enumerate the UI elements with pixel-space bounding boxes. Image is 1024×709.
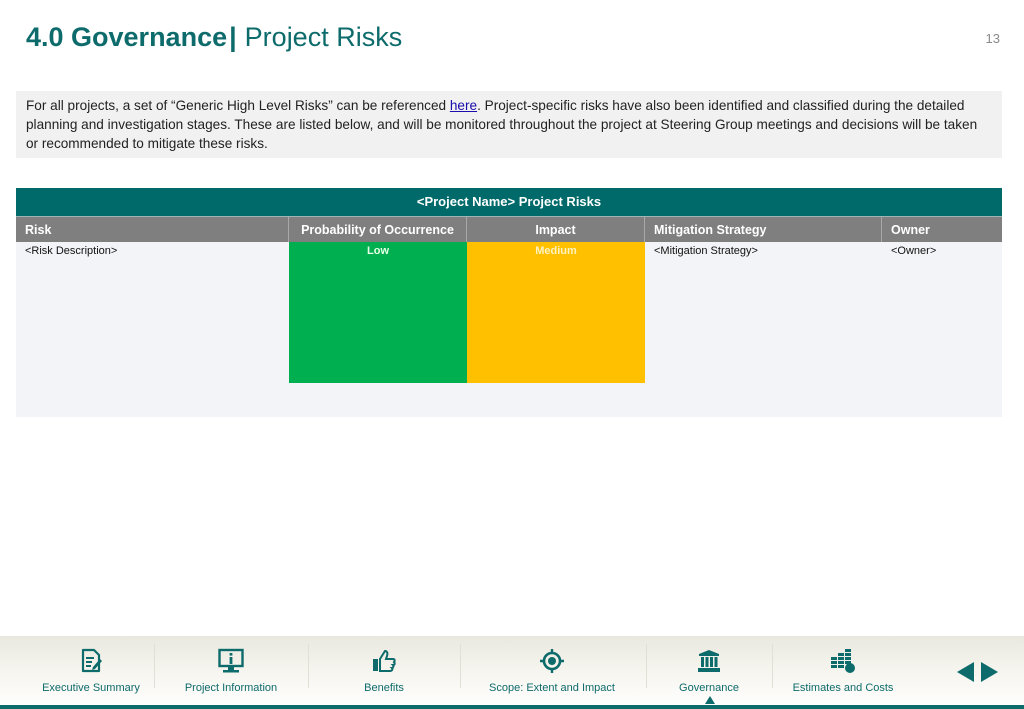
intro-text-box: For all projects, a set of “Generic High… xyxy=(16,91,1002,158)
nav-label: Executive Summary xyxy=(42,682,140,694)
nav-scope-extent-impact[interactable]: Scope: Extent and Impact xyxy=(476,644,628,700)
document-edit-icon xyxy=(81,648,102,673)
nav-project-information[interactable]: Project Information xyxy=(170,644,292,700)
generic-risks-link[interactable]: here xyxy=(450,98,477,113)
nav-divider xyxy=(308,644,309,688)
nav-label: Benefits xyxy=(364,682,404,694)
section-title: 4.0 Governance xyxy=(26,22,228,52)
column-header-risk: Risk xyxy=(16,217,289,242)
column-header-owner: Owner xyxy=(891,223,930,237)
nav-governance[interactable]: Governance xyxy=(660,644,758,700)
page-subtitle: Project Risks xyxy=(244,22,403,52)
next-arrow-icon[interactable] xyxy=(980,662,998,682)
table-header-row: Risk Probability of Occurrence Impact Mi… xyxy=(16,216,1002,242)
active-section-indicator xyxy=(705,696,715,704)
nav-estimates-costs[interactable]: Estimates and Costs xyxy=(784,644,902,700)
thumbs-up-icon xyxy=(373,649,396,672)
mitigation-cell[interactable]: <Mitigation Strategy> xyxy=(645,242,882,383)
coins-stack-icon xyxy=(831,649,855,673)
column-header-mitigation: Mitigation Strategy xyxy=(645,217,882,242)
nav-executive-summary[interactable]: Executive Summary xyxy=(30,644,152,700)
probability-cell[interactable]: Low xyxy=(289,242,467,383)
nav-divider xyxy=(460,644,461,688)
nav-divider xyxy=(772,644,773,688)
nav-benefits[interactable]: Benefits xyxy=(328,644,440,700)
nav-divider xyxy=(154,644,155,688)
column-header-impact: Impact xyxy=(467,217,645,242)
institution-icon xyxy=(698,650,720,672)
impact-cell[interactable]: Medium xyxy=(467,242,645,383)
owner-cell[interactable]: <Owner> xyxy=(882,242,1002,383)
footer-navigation: Executive Summary Project Information Be… xyxy=(0,636,1024,709)
nav-label: Governance xyxy=(679,682,739,694)
table-title: <Project Name> Project Risks xyxy=(16,188,1002,216)
intro-text-start: For all projects, a set of “Generic High… xyxy=(26,98,450,113)
risk-description-cell[interactable]: <Risk Description> xyxy=(16,242,289,383)
column-header-probability: Probability of Occurrence xyxy=(289,217,467,242)
nav-divider xyxy=(646,644,647,688)
table-row: <Risk Description> Low Medium <Mitigatio… xyxy=(16,242,1002,383)
monitor-info-icon xyxy=(218,648,244,673)
slide-page: 4.0 Governance| Project Risks 13 For all … xyxy=(0,0,1024,709)
table-body: <Risk Description> Low Medium <Mitigatio… xyxy=(16,242,1002,417)
project-risks-table: <Project Name> Project Risks Risk Probab… xyxy=(16,188,1002,417)
nav-label: Scope: Extent and Impact xyxy=(489,682,615,694)
page-title: 4.0 Governance| Project Risks xyxy=(26,20,402,54)
previous-arrow-icon[interactable] xyxy=(957,662,975,682)
nav-label: Project Information xyxy=(184,682,278,694)
page-number: 13 xyxy=(985,31,1000,46)
title-separator: | xyxy=(229,22,237,52)
target-icon xyxy=(540,649,564,673)
footer-accent-bar xyxy=(0,705,1024,709)
nav-label: Estimates and Costs xyxy=(792,682,894,694)
